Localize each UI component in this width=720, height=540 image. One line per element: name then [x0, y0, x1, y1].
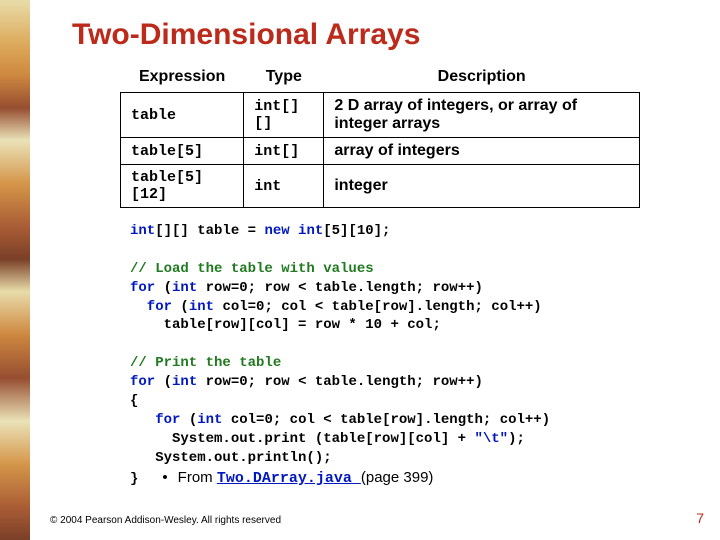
from-page: (page 399): [361, 469, 434, 486]
code-text: row=0; row < table.length; row++): [197, 374, 483, 390]
table-row: table int[][] 2 D array of integers, or …: [121, 93, 640, 138]
code-text: System.out.println();: [130, 450, 332, 466]
kw-for: for: [130, 374, 155, 390]
page-number: 7: [696, 510, 704, 526]
code-text: (: [172, 299, 189, 315]
from-label: From: [178, 469, 217, 486]
code-text: System.out.print (table[row][col] +: [130, 431, 474, 447]
bullet-icon: •: [162, 469, 167, 486]
code-block: int[][] table = new int[5][10]; // Load …: [130, 222, 690, 489]
col-expression: Expression: [121, 66, 244, 93]
code-text: col=0; col < table[row].length; col++): [222, 412, 550, 428]
kw-for: for: [130, 280, 155, 296]
code-text: {: [130, 393, 138, 409]
kw-int: int: [172, 374, 197, 390]
code-text: );: [508, 431, 525, 447]
table-row: table[5] int[] array of integers: [121, 138, 640, 165]
col-description: Description: [324, 66, 640, 93]
col-type: Type: [244, 66, 324, 93]
code-text: row=0; row < table.length; row++): [197, 280, 483, 296]
cell-desc: array of integers: [324, 138, 640, 165]
string-literal: "\t": [474, 431, 508, 447]
code-text: [][] table =: [155, 223, 264, 239]
kw-for: for: [130, 299, 172, 315]
code-text: (: [155, 280, 172, 296]
cell-type: int[]: [244, 138, 324, 165]
cell-type: int: [244, 165, 324, 208]
cell-expr: table[5][12]: [121, 165, 244, 208]
cell-expr: table: [121, 93, 244, 138]
table-row: table[5][12] int integer: [121, 165, 640, 208]
cell-desc: integer: [324, 165, 640, 208]
page-title: Two-Dimensional Arrays: [72, 18, 690, 52]
kw-int: int: [197, 412, 222, 428]
code-text: (: [155, 374, 172, 390]
kw-int: int: [130, 223, 155, 239]
kw-new: new int: [264, 223, 323, 239]
kw-for: for: [130, 412, 180, 428]
kw-int: int: [172, 280, 197, 296]
source-link[interactable]: Two.DArray.java: [217, 470, 361, 487]
code-text: col=0; col < table[row].length; col++): [214, 299, 542, 315]
from-line: • From Two.DArray.java (page 399): [138, 469, 433, 486]
decorative-sidebar: [0, 0, 30, 540]
expression-table: Expression Type Description table int[][…: [120, 66, 640, 208]
kw-int: int: [189, 299, 214, 315]
table-header-row: Expression Type Description: [121, 66, 640, 93]
copyright-text: © 2004 Pearson Addison-Wesley. All right…: [50, 515, 281, 526]
slide-content: Two-Dimensional Arrays Expression Type D…: [50, 18, 690, 489]
cell-expr: table[5]: [121, 138, 244, 165]
cell-desc: 2 D array of integers, or array of integ…: [324, 93, 640, 138]
cell-type: int[][]: [244, 93, 324, 138]
code-text: [5][10];: [323, 223, 390, 239]
comment-load: // Load the table with values: [130, 261, 374, 277]
code-text: table[row][col] = row * 10 + col;: [130, 317, 441, 333]
comment-print: // Print the table: [130, 355, 281, 371]
code-text: (: [180, 412, 197, 428]
